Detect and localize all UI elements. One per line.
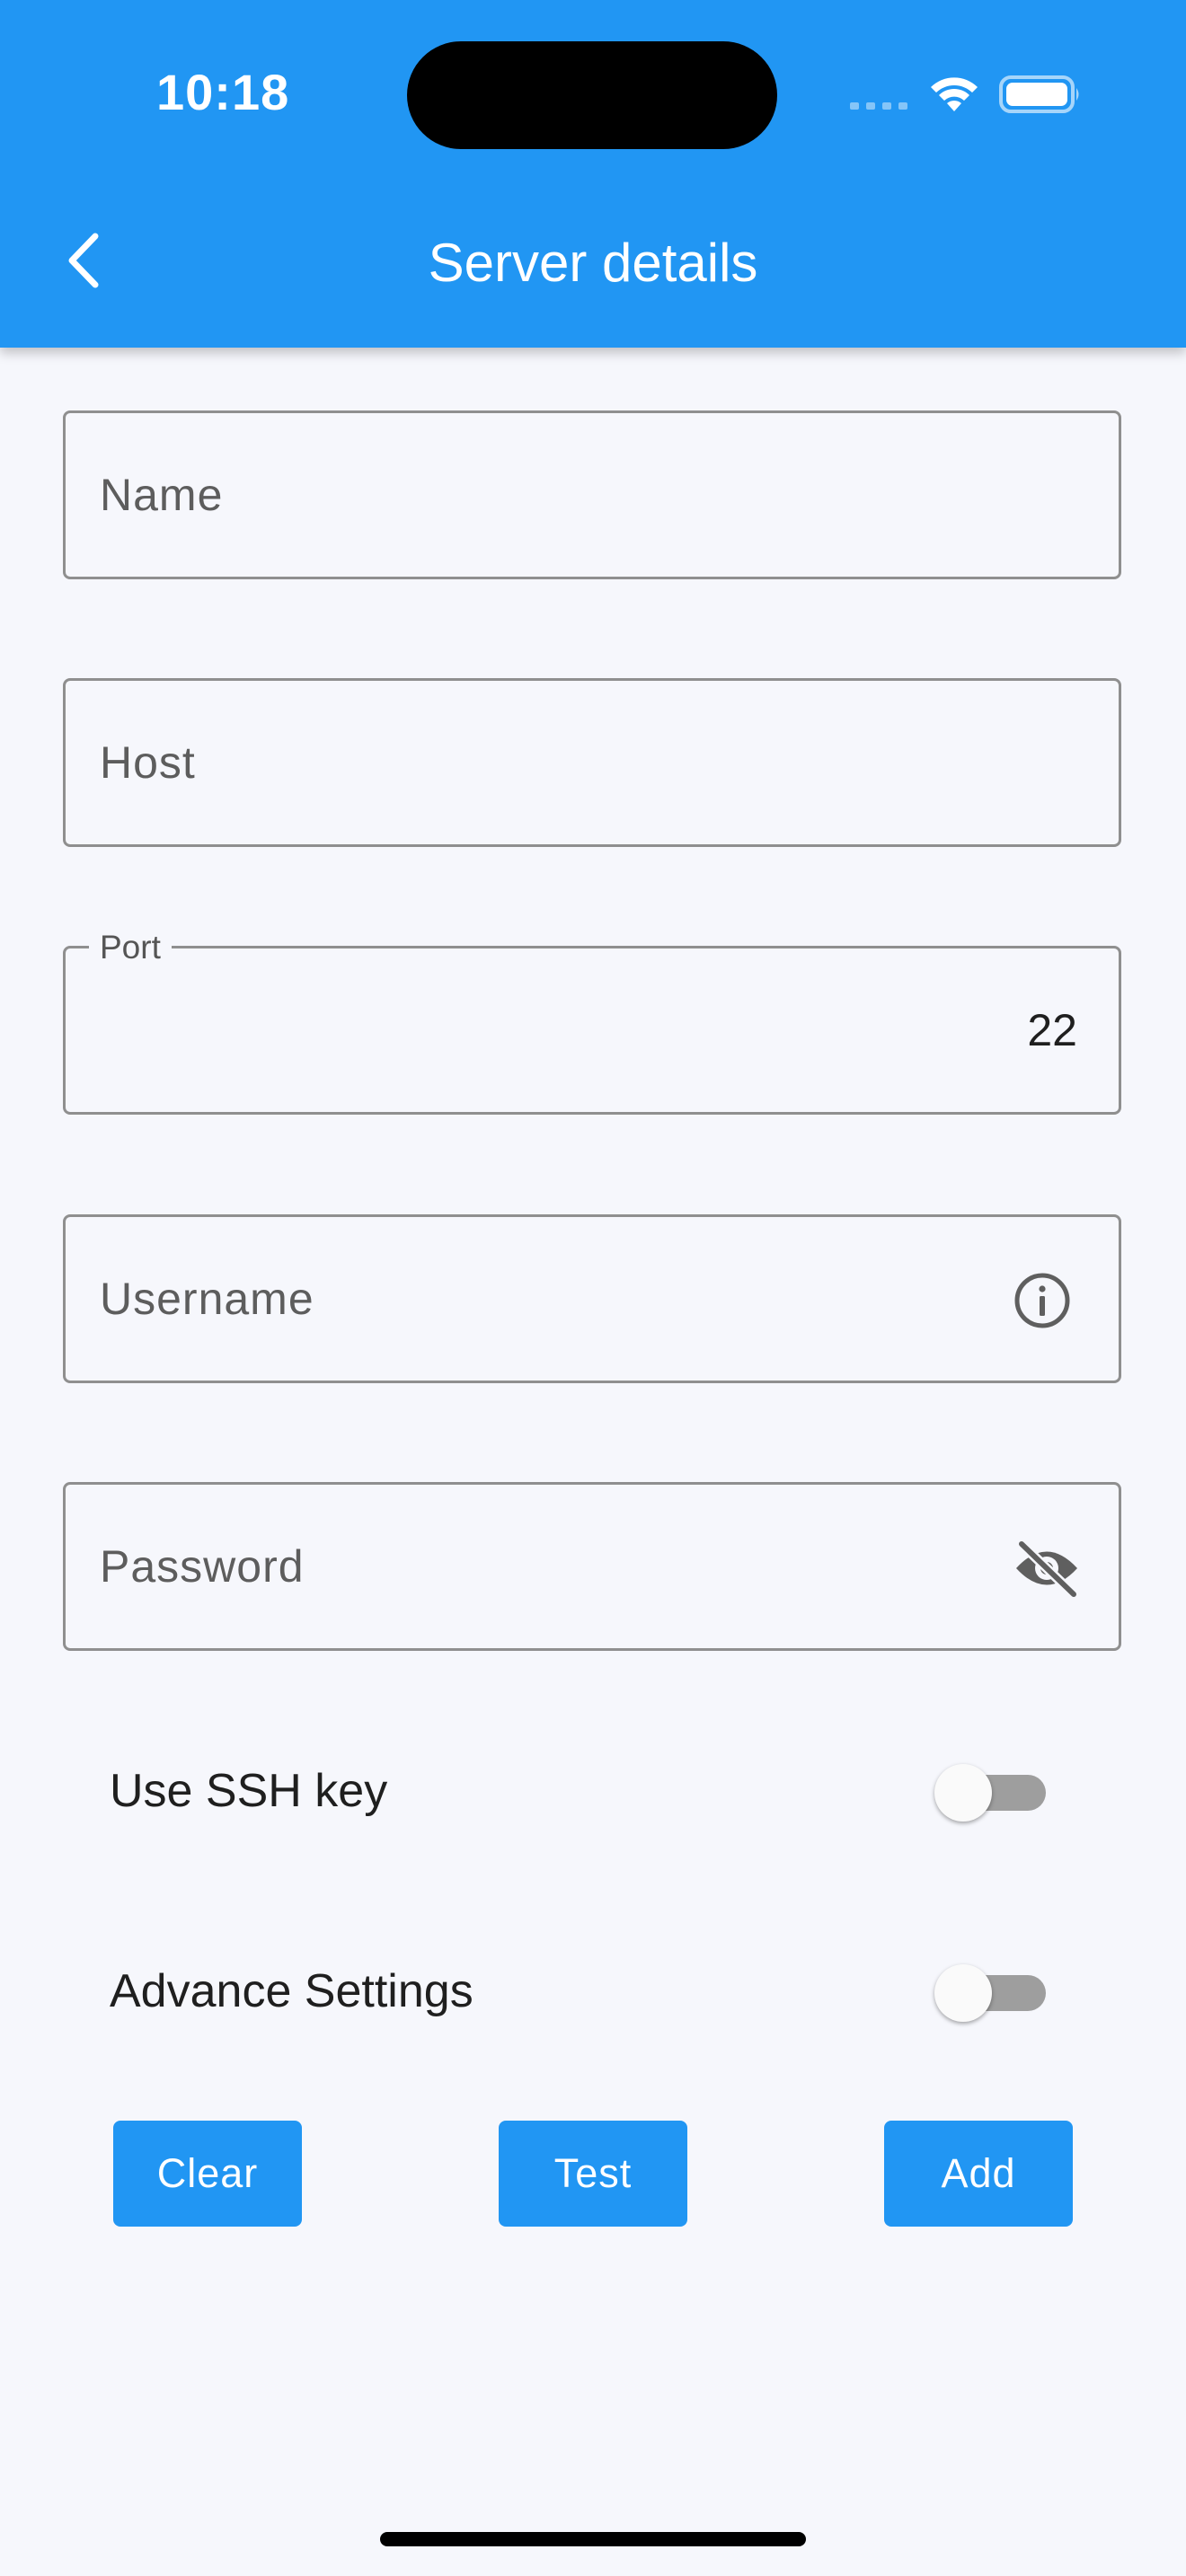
ssh-key-toggle-row: Use SSH key: [110, 1746, 1053, 1836]
info-icon: [1014, 1273, 1070, 1328]
advance-settings-switch[interactable]: [934, 1964, 1057, 2022]
ssh-key-label: Use SSH key: [110, 1765, 388, 1817]
username-placeholder: Username: [100, 1274, 314, 1324]
cellular-signal-icon: [850, 102, 907, 110]
home-indicator[interactable]: [380, 2532, 806, 2546]
host-field[interactable]: Host: [63, 678, 1121, 847]
advance-settings-label: Advance Settings: [110, 1965, 474, 2017]
advance-settings-switch-thumb: [934, 1964, 992, 2022]
dynamic-island: [407, 41, 777, 149]
status-time: 10:18: [156, 64, 290, 120]
port-label: Port: [89, 929, 172, 966]
port-value: 22: [1027, 1005, 1077, 1055]
app-bar: 10:18 Server details: [0, 0, 1186, 348]
host-placeholder: Host: [100, 737, 196, 788]
visibility-off-icon: [1016, 1540, 1077, 1598]
password-placeholder: Password: [100, 1541, 305, 1592]
name-field[interactable]: Name: [63, 410, 1121, 579]
ssh-key-switch-thumb: [934, 1764, 992, 1822]
password-visibility-toggle[interactable]: [1011, 1539, 1083, 1598]
advance-settings-toggle-row: Advance Settings: [110, 1946, 1053, 2036]
port-field[interactable]: Port 22: [63, 929, 1121, 1115]
add-button[interactable]: Add: [884, 2121, 1073, 2227]
ssh-key-switch[interactable]: [934, 1764, 1057, 1822]
wifi-icon: [931, 77, 978, 111]
username-info-button[interactable]: [1013, 1271, 1072, 1330]
page-title: Server details: [428, 233, 758, 293]
password-field[interactable]: Password: [63, 1482, 1121, 1651]
username-field[interactable]: Username: [63, 1214, 1121, 1383]
name-placeholder: Name: [100, 470, 224, 520]
battery-icon: [999, 75, 1079, 113]
clear-button[interactable]: Clear: [113, 2121, 302, 2227]
test-button[interactable]: Test: [499, 2121, 687, 2227]
